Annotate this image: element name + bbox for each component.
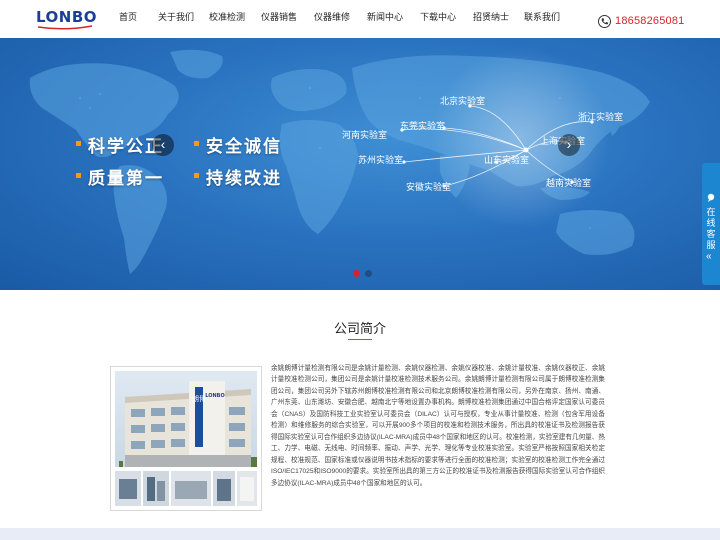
logo[interactable]: LONBO bbox=[36, 8, 98, 30]
lab-label-suzhou: 苏州实验室 bbox=[358, 155, 404, 165]
phone-contact[interactable]: 18658265081 bbox=[598, 13, 685, 29]
slogan-bullet-icon bbox=[194, 173, 199, 178]
photo-logo-text: LONBO bbox=[205, 393, 225, 399]
building-photo-graphic: 朗博 LONBO bbox=[115, 371, 257, 506]
header: LONBO 首页 关于我们 校准检测 仪器销售 仪器维修 新闻中心 下载中心 招… bbox=[0, 0, 720, 38]
about-paragraph: 余姚朗博计量检测有限公司是余姚计量检测、余姚仪器检测、余姚仪器校准、余姚计量校准… bbox=[271, 365, 605, 487]
slide-dot-1[interactable] bbox=[353, 270, 360, 277]
main-nav: 首页 关于我们 校准检测 仪器销售 仪器维修 新闻中心 下载中心 招贤纳士 联系… bbox=[106, 0, 566, 38]
nav-home[interactable]: 首页 bbox=[106, 0, 150, 38]
slogan-bullet-icon bbox=[76, 173, 81, 178]
slogan-bullet-icon bbox=[76, 141, 81, 146]
slogan-4: 持续改进 bbox=[206, 169, 282, 189]
chevron-right-icon[interactable]: › bbox=[558, 134, 580, 156]
company-photo: 朗博 LONBO bbox=[110, 366, 262, 511]
lab-label-vietnam: 越南实验室 bbox=[546, 178, 592, 188]
slide-dot-2[interactable] bbox=[365, 270, 372, 277]
lab-label-beijing: 北京实验室 bbox=[440, 96, 486, 106]
nav-about[interactable]: 关于我们 bbox=[150, 0, 202, 38]
title-underline bbox=[348, 339, 372, 340]
logo-swoosh-icon bbox=[37, 25, 93, 30]
phone-icon bbox=[598, 14, 611, 28]
nav-repair[interactable]: 仪器维修 bbox=[306, 0, 358, 38]
nav-calibration[interactable]: 校准检测 bbox=[202, 0, 252, 38]
nav-careers[interactable]: 招贤纳士 bbox=[464, 0, 518, 38]
nav-news[interactable]: 新闻中心 bbox=[358, 0, 412, 38]
nav-contact[interactable]: 联系我们 bbox=[518, 0, 566, 38]
footer-strip bbox=[0, 528, 720, 540]
about-title: 公司简介 bbox=[333, 321, 386, 336]
photo-sign-text: 朗博 bbox=[192, 394, 206, 403]
page: LONBO 首页 关于我们 校准检测 仪器销售 仪器维修 新闻中心 下载中心 招… bbox=[0, 0, 720, 540]
chevron-left-icon[interactable]: ‹ bbox=[152, 134, 174, 156]
lab-label-zhejiang: 浙江实验室 bbox=[578, 112, 624, 122]
slogan-bullet-icon bbox=[194, 141, 199, 146]
hero-banner: 科学公正 安全诚信 质量第一 持续改进 北京实验室 浙江实验室 河南实验室 东莞… bbox=[0, 38, 720, 290]
lab-label-henan: 河南实验室 bbox=[342, 130, 388, 140]
slogan-3: 质量第一 bbox=[88, 169, 164, 189]
phone-number: 18658265081 bbox=[615, 15, 685, 27]
chat-icon bbox=[707, 193, 715, 202]
collapse-icon: « bbox=[706, 251, 712, 262]
lab-label-shandong: 山东实验室 bbox=[484, 155, 530, 165]
online-service-label: 在线客服 bbox=[706, 207, 716, 250]
slogan-2: 安全诚信 bbox=[206, 137, 282, 157]
lab-label-dongguan: 东莞实验室 bbox=[400, 121, 446, 131]
about-section: 公司简介 朗博 LONBO 余姚朗博计量检测有限公司是余姚计量检测、余姚仪器检测… bbox=[0, 290, 720, 540]
nav-download[interactable]: 下载中心 bbox=[412, 0, 464, 38]
nav-sales[interactable]: 仪器销售 bbox=[252, 0, 306, 38]
logo-text: LONBO bbox=[36, 8, 98, 26]
lab-label-anhui: 安徽实验室 bbox=[406, 182, 452, 192]
online-service-tab[interactable]: 在线客服 « bbox=[702, 163, 720, 285]
